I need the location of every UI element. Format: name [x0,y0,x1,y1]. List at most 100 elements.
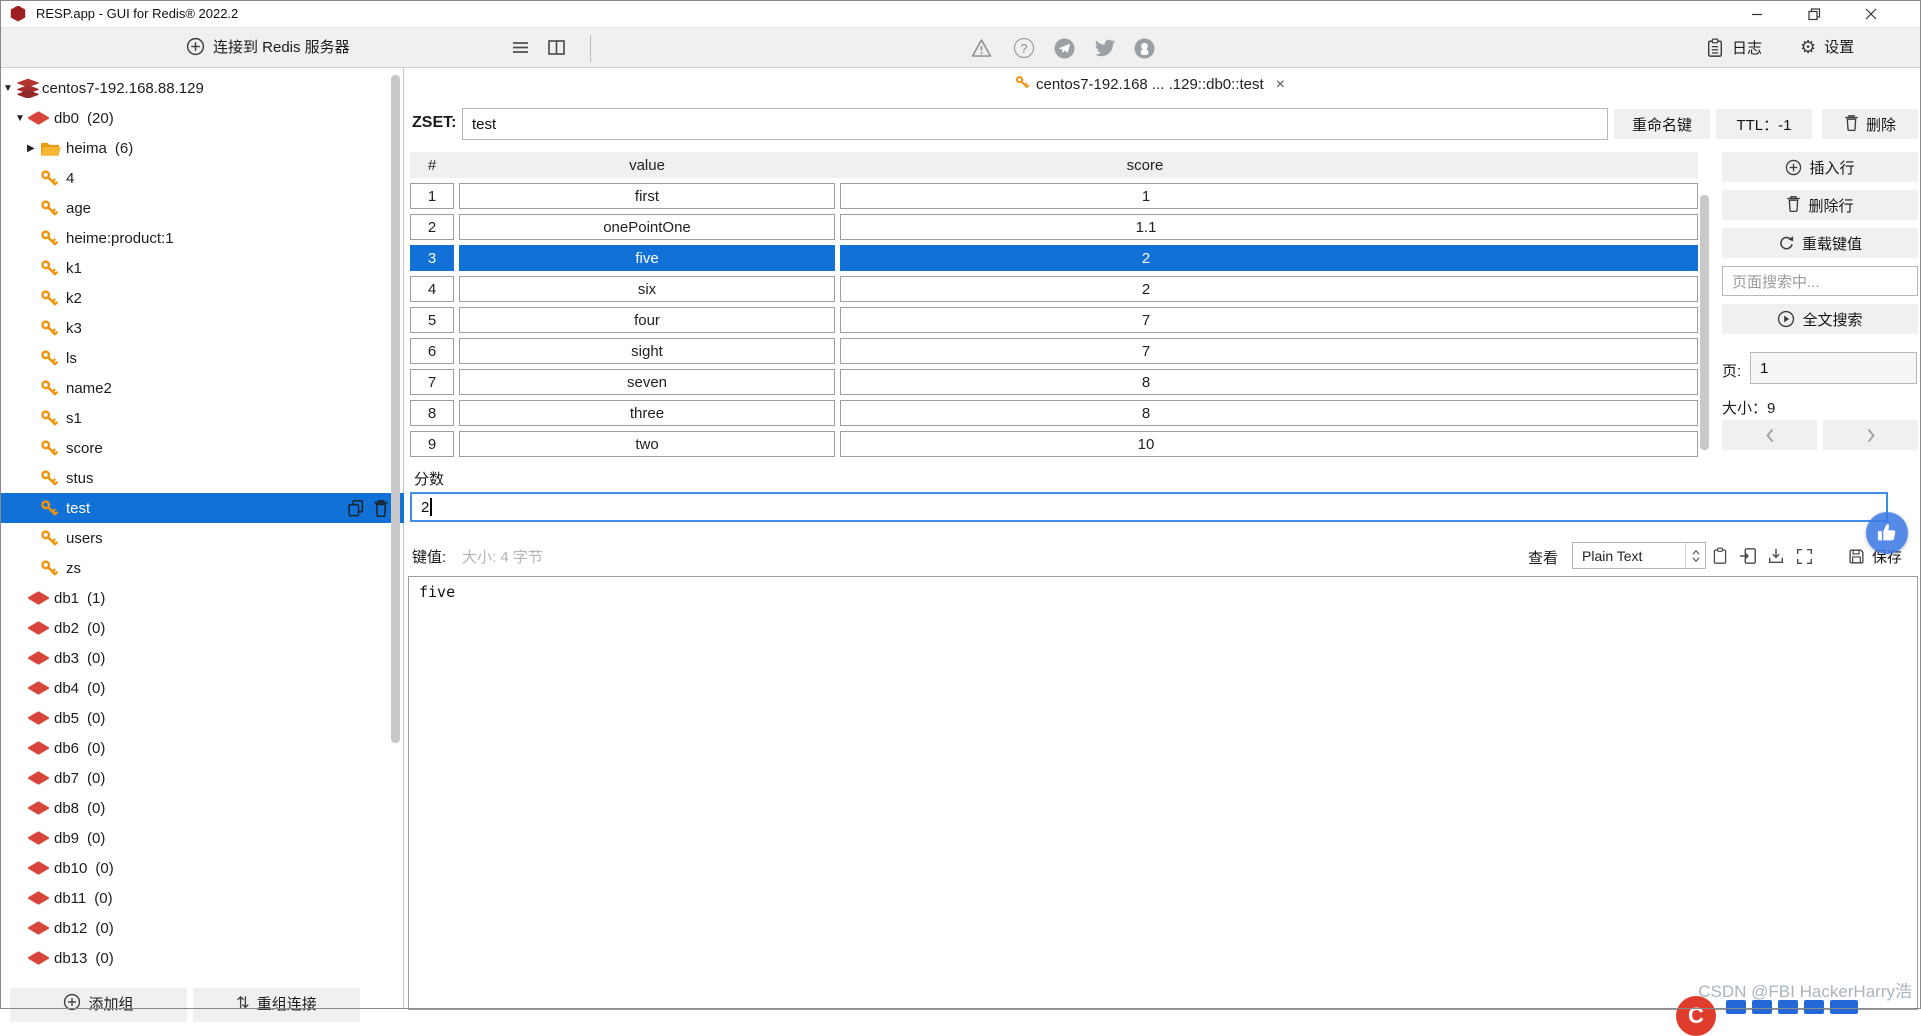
tree-item-db2[interactable]: db2(0) [0,613,404,643]
tree-item-users[interactable]: users [0,523,404,553]
tree-item-db3[interactable]: db3(0) [0,643,404,673]
settings-button[interactable]: ⚙ 设置 [1800,36,1854,57]
tree-item-stus[interactable]: stus [0,463,404,493]
tree-item-heime:product:1[interactable]: heime:product:1 [0,223,404,253]
tab-close-icon[interactable]: × [1276,76,1285,94]
col-score-header[interactable]: score [840,152,1450,178]
score-cell[interactable]: 2 [840,276,1698,302]
connect-server-button[interactable]: 连接到 Redis 服务器 [186,36,350,57]
value-cell[interactable]: onePointOne [459,214,835,240]
tree-item-ls[interactable]: ls [0,343,404,373]
tree-item-4[interactable]: 4 [0,163,404,193]
delete-key-icon[interactable] [370,497,392,519]
table-row[interactable]: 6sight7 [410,338,1698,364]
score-cell[interactable]: 8 [840,400,1698,426]
expand-arrow-icon[interactable]: ▼ [15,113,28,124]
page-search-input[interactable]: 页面搜索中... [1722,266,1918,296]
col-index-header[interactable]: # [410,152,454,178]
value-cell[interactable]: six [459,276,835,302]
delete-row-button[interactable]: 删除行 [1722,190,1918,220]
tree-item-db10[interactable]: db10(0) [0,853,404,883]
prev-page-button[interactable] [1722,420,1817,450]
spinner-arrows-icon[interactable] [1685,543,1705,568]
split-view-button[interactable] [548,40,565,55]
like-badge[interactable] [1866,512,1908,554]
table-row[interactable]: 7seven8 [410,369,1698,395]
tree-item-k2[interactable]: k2 [0,283,404,313]
row-index-cell[interactable]: 8 [410,400,454,426]
tree-item-db1[interactable]: db1(1) [0,583,404,613]
ttl-button[interactable]: TTL：-1 [1716,109,1812,139]
table-row[interactable]: 9two10 [410,431,1698,457]
import-button[interactable] [1738,546,1758,566]
col-value-header[interactable]: value [459,152,835,178]
sidebar-scrollbar[interactable] [391,75,400,743]
value-cell[interactable]: four [459,307,835,333]
log-button[interactable]: 日志 [1706,37,1762,58]
row-index-cell[interactable]: 2 [410,214,454,240]
table-row[interactable]: 8three8 [410,400,1698,426]
value-cell[interactable]: two [459,431,835,457]
telegram-button[interactable] [1054,38,1075,59]
tree-item-db7[interactable]: db7(0) [0,763,404,793]
value-cell[interactable]: seven [459,369,835,395]
row-index-cell[interactable]: 5 [410,307,454,333]
table-row[interactable]: 4six2 [410,276,1698,302]
reload-value-button[interactable]: 重载键值 [1722,228,1918,258]
paste-button[interactable] [1710,546,1730,566]
github-button[interactable] [1134,38,1155,59]
row-index-cell[interactable]: 1 [410,183,454,209]
tab-key-editor[interactable]: centos7-192.168 ... .129::db0::test × [1015,75,1285,94]
value-cell[interactable]: sight [459,338,835,364]
score-cell[interactable]: 7 [840,338,1698,364]
score-cell[interactable]: 1.1 [840,214,1698,240]
table-row[interactable]: 1first1 [410,183,1698,209]
twitter-button[interactable] [1094,39,1116,58]
tree-item-db12[interactable]: db12(0) [0,913,404,943]
fulltext-search-button[interactable]: 全文搜索 [1722,304,1918,334]
table-scrollbar[interactable] [1700,195,1709,450]
score-cell[interactable]: 10 [840,431,1698,457]
format-dropdown[interactable]: Plain Text [1572,542,1706,569]
table-row[interactable]: 2onePointOne1.1 [410,214,1698,240]
tree-item-zs[interactable]: zs [0,553,404,583]
tree-item-name2[interactable]: name2 [0,373,404,403]
row-index-cell[interactable]: 7 [410,369,454,395]
score-input[interactable]: 2 [410,492,1888,522]
row-index-cell[interactable]: 4 [410,276,454,302]
warning-button[interactable] [971,38,992,58]
score-cell[interactable]: 8 [840,369,1698,395]
maximize-button[interactable] [1791,0,1837,28]
rename-key-button[interactable]: 重命名键 [1614,109,1710,139]
tree-item-db11[interactable]: db11(0) [0,883,404,913]
value-cell[interactable]: five [459,245,835,271]
tree-item-test[interactable]: test [0,493,404,523]
list-view-button[interactable] [512,40,529,55]
tree-item-s1[interactable]: s1 [0,403,404,433]
regroup-connections-button[interactable]: ⇅ 重组连接 [193,988,360,1022]
next-page-button[interactable] [1823,420,1918,450]
score-cell[interactable]: 7 [840,307,1698,333]
fullscreen-button[interactable] [1794,546,1814,566]
expand-arrow-icon[interactable]: ▼ [3,83,16,94]
tree-item-db13[interactable]: db13(0) [0,943,404,973]
help-button[interactable]: ? [1014,38,1034,58]
copy-key-icon[interactable] [344,497,366,519]
tree-item-db0[interactable]: ▼db0(20) [0,103,404,133]
value-cell[interactable]: first [459,183,835,209]
score-cell[interactable]: 1 [840,183,1698,209]
minimize-button[interactable] [1734,0,1780,28]
row-index-cell[interactable]: 3 [410,245,454,271]
export-button[interactable] [1766,546,1786,566]
tree-item-db9[interactable]: db9(0) [0,823,404,853]
delete-key-button[interactable]: 删除 [1822,109,1918,139]
tree-item-heima[interactable]: ▶heima(6) [0,133,404,163]
row-index-cell[interactable]: 9 [410,431,454,457]
table-row[interactable]: 5four7 [410,307,1698,333]
tree-item-k3[interactable]: k3 [0,313,404,343]
tree-item-db5[interactable]: db5(0) [0,703,404,733]
row-index-cell[interactable]: 6 [410,338,454,364]
score-cell[interactable]: 2 [840,245,1698,271]
table-row[interactable]: 3five2 [410,245,1698,271]
page-number-input[interactable]: 1 [1750,352,1917,384]
